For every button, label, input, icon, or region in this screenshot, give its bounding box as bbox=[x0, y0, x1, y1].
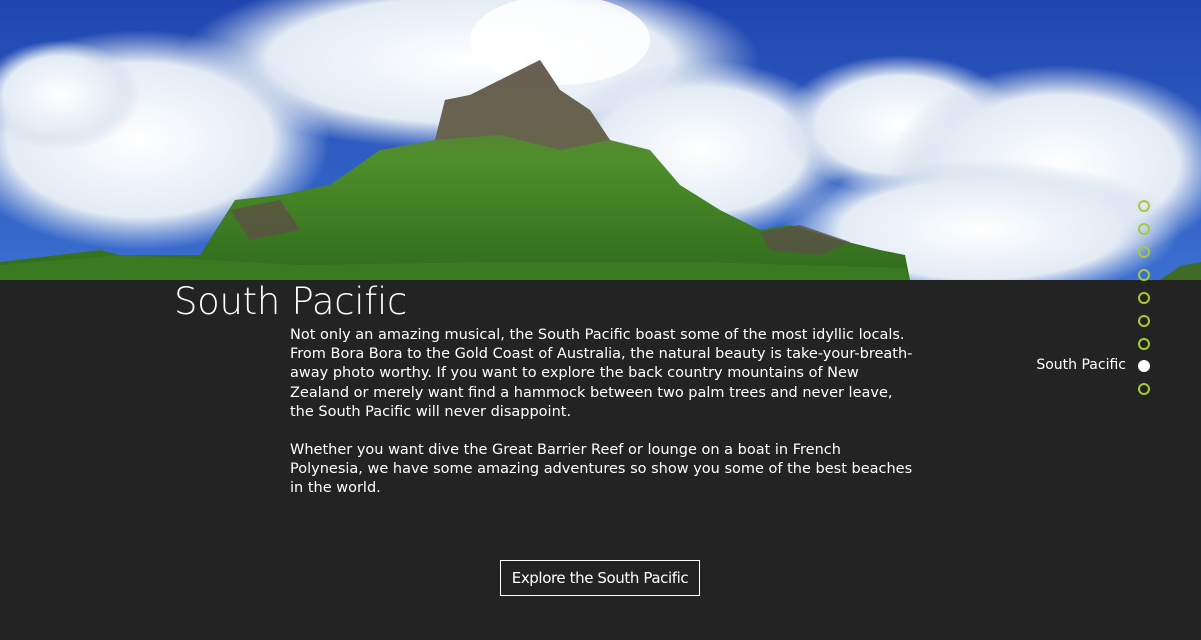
dot-nav-item[interactable] bbox=[1138, 338, 1150, 350]
dot-nav-item[interactable] bbox=[1138, 269, 1150, 281]
dot-nav-item[interactable] bbox=[1138, 383, 1150, 395]
dot-nav-item[interactable] bbox=[1138, 200, 1150, 212]
hero-image bbox=[0, 0, 1201, 280]
section-description: Not only an amazing musical, the South P… bbox=[290, 326, 914, 499]
paragraph-2: Whether you want dive the Great Barrier … bbox=[290, 442, 913, 497]
explore-south-pacific-button[interactable]: Explore the South Pacific bbox=[500, 560, 700, 596]
dot-nav-item[interactable] bbox=[1138, 315, 1150, 327]
dot-nav-item[interactable] bbox=[1138, 246, 1150, 258]
page-title: South Pacific bbox=[174, 280, 407, 323]
dot-nav-item[interactable] bbox=[1138, 223, 1150, 235]
dot-nav-active-label: South Pacific bbox=[1036, 357, 1126, 373]
dot-nav-item-active[interactable] bbox=[1138, 360, 1150, 372]
dot-nav-item[interactable] bbox=[1138, 292, 1150, 304]
paragraph-1: Not only an amazing musical, the South P… bbox=[290, 327, 913, 420]
